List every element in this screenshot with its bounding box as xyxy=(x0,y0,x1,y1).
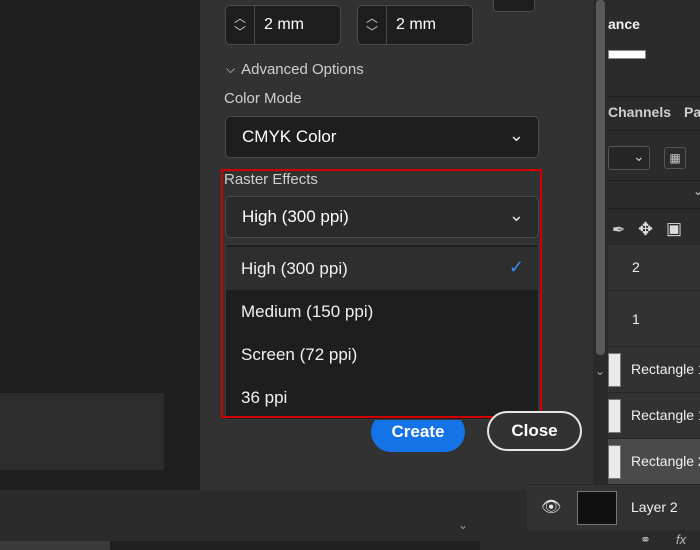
layer-thumbnail xyxy=(577,491,617,525)
panel-header: ance xyxy=(608,16,640,32)
chevron-down-icon[interactable]: ﹀ xyxy=(366,25,378,39)
layer-row[interactable]: 👁 Layer 2 xyxy=(527,484,700,530)
bleed-bottom-stepper[interactable]: ︿ ﹀ 2 mm xyxy=(357,5,473,45)
tab-paths[interactable]: Pa xyxy=(684,104,700,120)
layer-row[interactable]: Rectangle 1 xyxy=(608,346,700,392)
layer-name: 2 xyxy=(632,259,640,275)
chevron-down-icon: ⌄ xyxy=(633,148,645,164)
chevron-down-icon: ⌵ xyxy=(226,62,236,76)
annotation-highlight-box xyxy=(221,169,542,418)
layer-thumbnail xyxy=(608,445,621,479)
layer-name: Rectangle 2 xyxy=(631,453,700,469)
close-button[interactable]: Close xyxy=(487,411,582,451)
layer-row[interactable]: 2 xyxy=(608,244,700,290)
panel-divider xyxy=(608,180,700,181)
canvas-artboard-block xyxy=(0,393,164,470)
scroll-down-icon[interactable]: ⌄ xyxy=(595,364,605,378)
chevron-down-icon: ⌄ xyxy=(508,125,524,145)
layer-row[interactable]: 1 xyxy=(608,290,700,346)
layer-name: 1 xyxy=(632,311,640,327)
stepper-arrows[interactable]: ︿ ﹀ xyxy=(226,6,255,44)
layer-name: Layer 2 xyxy=(631,499,678,515)
bleed-bottom-value[interactable]: 2 mm xyxy=(396,16,436,34)
layer-row-selected[interactable]: Rectangle 2 xyxy=(608,438,700,484)
crop-icon[interactable]: ▣ xyxy=(666,219,682,239)
panel-footer: ⚭ fx xyxy=(527,530,700,550)
top-partial-control[interactable] xyxy=(493,0,535,12)
eye-icon[interactable]: 👁 xyxy=(541,497,561,517)
panel-divider xyxy=(608,96,700,97)
layer-thumbnail xyxy=(608,353,621,387)
chevron-up-icon[interactable]: ︿ xyxy=(234,11,246,25)
horizontal-scrollbar-track[interactable] xyxy=(110,541,480,550)
link-icon[interactable]: ⚭ xyxy=(640,532,651,548)
layer-name: Rectangle 1 xyxy=(631,407,700,423)
dialog-scrollbar-thumb[interactable] xyxy=(596,0,605,355)
bleed-top-stepper[interactable]: ︿ ﹀ 2 mm xyxy=(225,5,341,45)
stepper-arrows[interactable]: ︿ ﹀ xyxy=(358,6,387,44)
advanced-options-toggle[interactable]: ⌵ Advanced Options xyxy=(226,61,364,78)
move-icon[interactable]: ✥ xyxy=(638,219,653,240)
color-mode-label: Color Mode xyxy=(224,90,302,107)
layer-thumbnail xyxy=(608,399,621,433)
panel-tabs-border xyxy=(608,130,700,131)
horizontal-scrollbar-thumb[interactable] xyxy=(0,541,110,550)
chevron-down-icon[interactable]: ⌄ xyxy=(458,518,468,532)
filter-dropdown[interactable]: ⌄ xyxy=(608,146,650,170)
color-swatch[interactable] xyxy=(608,50,646,59)
fx-button[interactable]: fx xyxy=(676,532,686,547)
image-icon[interactable]: ▦ xyxy=(664,147,686,169)
bleed-top-value[interactable]: 2 mm xyxy=(264,16,304,34)
layer-name: Rectangle 1 xyxy=(631,361,700,377)
chevron-down-icon[interactable]: ⌄ xyxy=(693,184,700,198)
brush-icon[interactable]: ✒ xyxy=(612,220,625,240)
chevron-down-icon[interactable]: ﹀ xyxy=(234,25,246,39)
chevron-up-icon[interactable]: ︿ xyxy=(366,11,378,25)
advanced-options-label: Advanced Options xyxy=(241,61,364,78)
color-mode-value: CMYK Color xyxy=(242,127,337,146)
layer-row[interactable]: Rectangle 1 xyxy=(608,392,700,438)
panel-divider xyxy=(608,208,700,209)
color-mode-select[interactable]: CMYK Color ⌄ xyxy=(225,116,539,158)
tab-channels[interactable]: Channels xyxy=(608,104,671,120)
